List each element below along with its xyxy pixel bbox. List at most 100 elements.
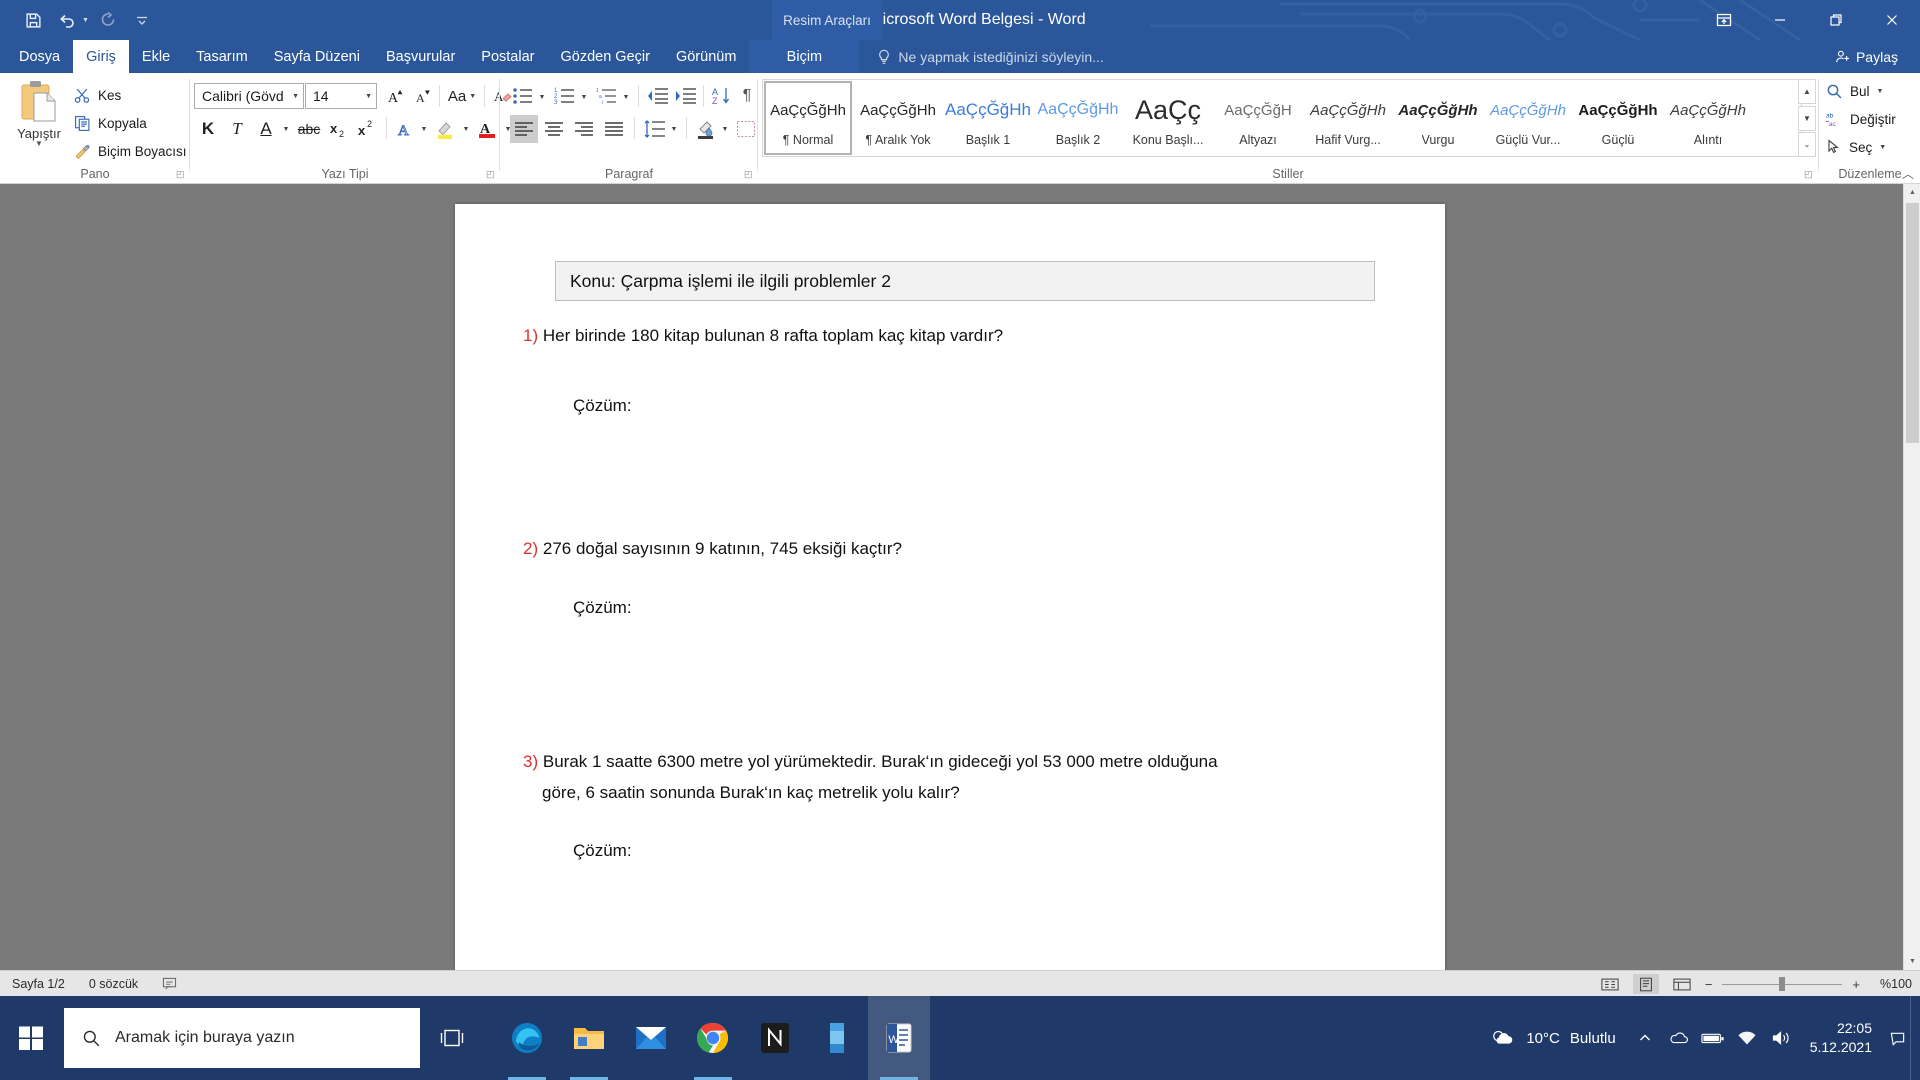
text-effects-dropdown-icon[interactable]: ▼ bbox=[418, 119, 430, 139]
tab-ekle[interactable]: Ekle bbox=[129, 40, 183, 73]
numbering-dropdown-icon[interactable]: ▼ bbox=[578, 87, 590, 107]
align-left-icon[interactable] bbox=[510, 115, 538, 143]
style-baslik-1[interactable]: AaÇçĞğHh Başlık 1 bbox=[943, 80, 1033, 156]
zoom-out-button[interactable]: − bbox=[1705, 977, 1713, 992]
find-dropdown-icon[interactable]: ▼ bbox=[1877, 88, 1884, 95]
style-aralik-yok[interactable]: AaÇçĞğHh ¶ Aralık Yok bbox=[853, 80, 943, 156]
font-size-input[interactable]: 14 ▼ bbox=[305, 83, 377, 109]
font-dialog-launcher[interactable]: ◰ bbox=[486, 169, 495, 180]
sort-icon[interactable]: AZ bbox=[709, 83, 735, 109]
subscript-icon[interactable]: x2 bbox=[326, 115, 354, 143]
close-icon[interactable] bbox=[1864, 0, 1920, 40]
style-normal[interactable]: AaÇçĞğHh ¶ Normal bbox=[763, 80, 853, 156]
bullets-icon[interactable] bbox=[510, 83, 536, 109]
shading-icon[interactable] bbox=[693, 115, 719, 143]
underline-icon[interactable]: A bbox=[252, 115, 280, 143]
style-vurgu[interactable]: AaÇçĞğHh Vurgu bbox=[1393, 80, 1483, 156]
replace-button[interactable]: ab ac Değiştir bbox=[1826, 107, 1896, 131]
styles-scroll-down-icon[interactable]: ▼ bbox=[1798, 105, 1816, 131]
network-icon[interactable] bbox=[1730, 996, 1764, 1080]
ribbon-display-options-icon[interactable] bbox=[1696, 0, 1752, 40]
styles-dialog-launcher[interactable]: ◰ bbox=[1804, 169, 1813, 180]
save-icon[interactable] bbox=[18, 6, 48, 34]
taskbar-store[interactable] bbox=[806, 996, 868, 1080]
scroll-down-icon[interactable]: ▼ bbox=[1904, 953, 1920, 970]
taskbar-file-explorer[interactable] bbox=[558, 996, 620, 1080]
shading-dropdown-icon[interactable]: ▼ bbox=[719, 119, 731, 139]
document-page[interactable]: Konu: Çarpma işlemi ile ilgili problemle… bbox=[455, 204, 1445, 987]
taskbar-search-input[interactable]: Aramak için buraya yazın bbox=[64, 1008, 420, 1068]
style-altyazi[interactable]: AaÇçĞğH Altyazı bbox=[1213, 80, 1303, 156]
undo-dropdown-icon[interactable]: ▼ bbox=[82, 17, 89, 24]
notification-center-icon[interactable] bbox=[1884, 996, 1910, 1080]
tab-sayfa-duzeni[interactable]: Sayfa Düzeni bbox=[261, 40, 373, 73]
onedrive-icon[interactable] bbox=[1662, 996, 1696, 1080]
superscript-icon[interactable]: x2 bbox=[354, 115, 382, 143]
select-dropdown-icon[interactable]: ▼ bbox=[1879, 144, 1886, 151]
increase-indent-icon[interactable] bbox=[673, 83, 699, 109]
taskbar-notion[interactable] bbox=[744, 996, 806, 1080]
font-color-icon[interactable]: A bbox=[474, 115, 502, 143]
borders-icon[interactable] bbox=[733, 115, 759, 143]
zoom-level[interactable]: %100 bbox=[1870, 977, 1912, 991]
scroll-up-icon[interactable]: ▲ bbox=[1904, 184, 1920, 201]
change-case-icon[interactable]: Aa ▼ bbox=[445, 83, 479, 109]
style-baslik-2[interactable]: AaÇçĞğHh Başlık 2 bbox=[1033, 80, 1123, 156]
align-center-icon[interactable] bbox=[540, 115, 568, 143]
tell-me-box[interactable]: Ne yapmak istediğinizi söyleyin... bbox=[877, 40, 1104, 73]
select-button[interactable]: Seç ▼ bbox=[1826, 135, 1886, 159]
taskbar-word[interactable]: W bbox=[868, 996, 930, 1080]
paragraph-dialog-launcher[interactable]: ◰ bbox=[744, 169, 753, 180]
paste-dropdown-icon[interactable]: ▼ bbox=[35, 140, 43, 148]
tab-bicim[interactable]: Biçim bbox=[749, 40, 860, 73]
style-guclu-vurgu[interactable]: AaÇçĞğHh Güçlü Vur... bbox=[1483, 80, 1573, 156]
styles-more-icon[interactable]: ⌄ bbox=[1798, 132, 1816, 157]
volume-icon[interactable] bbox=[1764, 996, 1798, 1080]
tab-gorunum[interactable]: Görünüm bbox=[663, 40, 749, 73]
print-layout-icon[interactable] bbox=[1632, 974, 1659, 994]
restore-icon[interactable] bbox=[1808, 0, 1864, 40]
weather-widget[interactable]: 10°C Bulutlu bbox=[1478, 1027, 1627, 1049]
show-formatting-marks-icon[interactable]: ¶ bbox=[736, 83, 758, 109]
underline-dropdown-icon[interactable]: ▼ bbox=[280, 119, 292, 139]
task-view-button[interactable] bbox=[420, 996, 484, 1080]
text-effects-icon[interactable]: A bbox=[392, 115, 418, 143]
tab-tasarim[interactable]: Tasarım bbox=[183, 40, 261, 73]
quick-access-toolbar[interactable]: ▼ bbox=[18, 0, 157, 40]
start-button[interactable] bbox=[0, 996, 62, 1080]
style-alinti[interactable]: AaÇçĞğHh Alıntı bbox=[1663, 80, 1753, 156]
share-button[interactable]: Paylaş bbox=[1825, 43, 1908, 70]
window-controls[interactable] bbox=[1696, 0, 1920, 40]
styles-scroll-up-icon[interactable]: ▲ bbox=[1798, 79, 1816, 104]
font-name-dropdown-icon[interactable]: ▼ bbox=[292, 93, 299, 100]
document-vertical-scrollbar[interactable]: ▲ ▼ bbox=[1903, 184, 1920, 970]
clipboard-dialog-launcher[interactable]: ◰ bbox=[176, 169, 185, 180]
document-area[interactable]: Konu: Çarpma işlemi ile ilgili problemle… bbox=[0, 184, 1920, 987]
cut-button[interactable]: Kes bbox=[74, 83, 121, 107]
word-count[interactable]: 0 sözcük bbox=[77, 977, 150, 991]
zoom-slider[interactable] bbox=[1722, 976, 1843, 992]
paste-button[interactable]: Yapıştır ▼ bbox=[8, 79, 70, 157]
tab-giris[interactable]: Giriş bbox=[73, 40, 129, 73]
style-konu-basligi[interactable]: AaÇç Konu Başlı... bbox=[1123, 80, 1213, 156]
redo-icon[interactable] bbox=[93, 6, 123, 34]
line-spacing-dropdown-icon[interactable]: ▼ bbox=[668, 119, 680, 139]
battery-icon[interactable] bbox=[1696, 996, 1730, 1080]
undo-icon[interactable] bbox=[52, 6, 82, 34]
style-hafif-vurgu[interactable]: AaÇçĞğHh Hafif Vurg... bbox=[1303, 80, 1393, 156]
multilevel-list-icon[interactable]: 1ai bbox=[594, 83, 620, 109]
scrollbar-thumb[interactable] bbox=[1906, 203, 1919, 443]
text-highlight-icon[interactable] bbox=[432, 115, 460, 143]
styles-gallery[interactable]: AaÇçĞğHh ¶ Normal AaÇçĞğHh ¶ Aralık Yok … bbox=[762, 79, 1802, 157]
zoom-in-button[interactable]: + bbox=[1852, 977, 1860, 992]
document-title-box[interactable]: Konu: Çarpma işlemi ile ilgili problemle… bbox=[555, 261, 1375, 301]
line-spacing-icon[interactable] bbox=[642, 115, 668, 143]
styles-scroll-buttons[interactable]: ▲ ▼ ⌄ bbox=[1798, 79, 1816, 157]
italic-icon[interactable]: T bbox=[223, 115, 251, 143]
decrease-indent-icon[interactable] bbox=[645, 83, 671, 109]
customize-qat-icon[interactable] bbox=[127, 6, 157, 34]
collapse-ribbon-icon[interactable]: ︿ bbox=[1902, 165, 1914, 182]
style-guclu[interactable]: AaÇçĞğHh Güçlü bbox=[1573, 80, 1663, 156]
align-right-icon[interactable] bbox=[570, 115, 598, 143]
minimize-icon[interactable] bbox=[1752, 0, 1808, 40]
